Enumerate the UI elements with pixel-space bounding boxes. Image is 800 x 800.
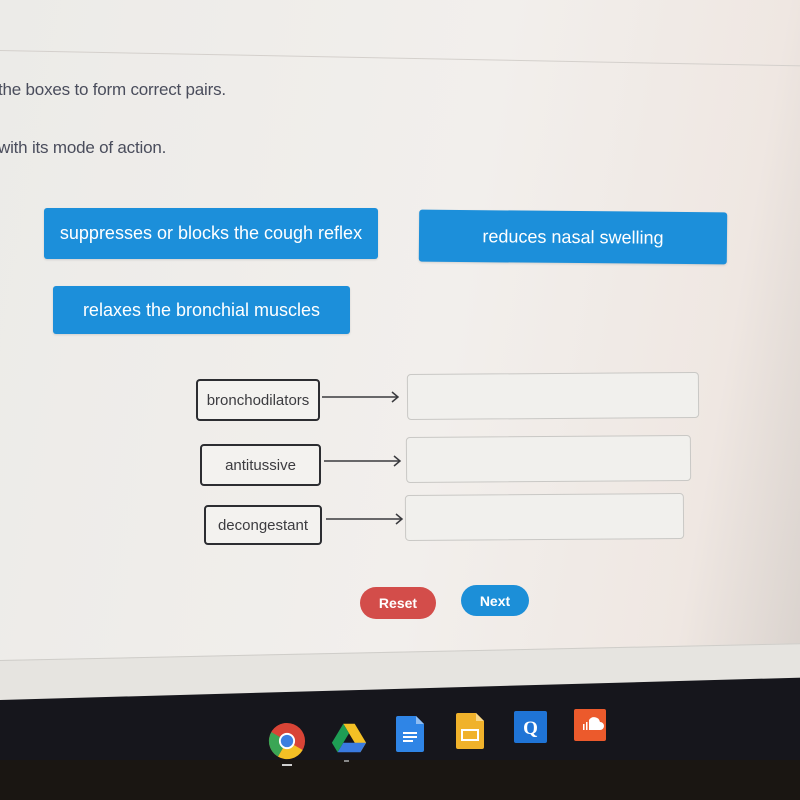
active-app-indicator <box>282 764 292 766</box>
soundcloud-icon[interactable] <box>574 709 606 741</box>
question-text: with its mode of action. <box>0 138 167 157</box>
drop-target-antitussive[interactable] <box>405 435 692 483</box>
option-tile-nasal-swelling[interactable]: reduces nasal swelling <box>418 209 728 265</box>
term-decongestant: decongestant <box>204 505 322 545</box>
arrow-right-icon <box>322 391 400 403</box>
monitor-bezel <box>0 760 800 800</box>
app-indicator <box>344 760 349 762</box>
arrow-right-icon <box>324 455 402 467</box>
option-tile-cough-reflex[interactable]: suppresses or blocks the cough reflex <box>44 208 378 259</box>
instruction-text: the boxes to form correct pairs. <box>0 80 226 99</box>
term-antitussive: antitussive <box>200 444 321 486</box>
google-drive-icon[interactable] <box>330 721 368 755</box>
drop-target-bronchodilators[interactable] <box>406 371 700 421</box>
chrome-icon[interactable] <box>268 722 306 760</box>
svg-text:Q: Q <box>523 718 538 739</box>
screen: the boxes to form correct pairs. with it… <box>0 0 800 735</box>
header-divider <box>0 50 800 67</box>
reset-button[interactable]: Reset <box>360 587 436 619</box>
quizlet-icon[interactable]: Q <box>514 711 547 743</box>
drop-target-decongestant[interactable] <box>404 493 685 541</box>
google-docs-icon[interactable] <box>396 716 424 752</box>
arrow-right-icon <box>326 513 404 525</box>
next-button[interactable]: Next <box>461 585 529 616</box>
term-bronchodilators: bronchodilators <box>196 379 320 421</box>
google-slides-icon[interactable] <box>456 713 484 749</box>
option-tile-bronchial-muscles[interactable]: relaxes the bronchial muscles <box>53 286 350 334</box>
